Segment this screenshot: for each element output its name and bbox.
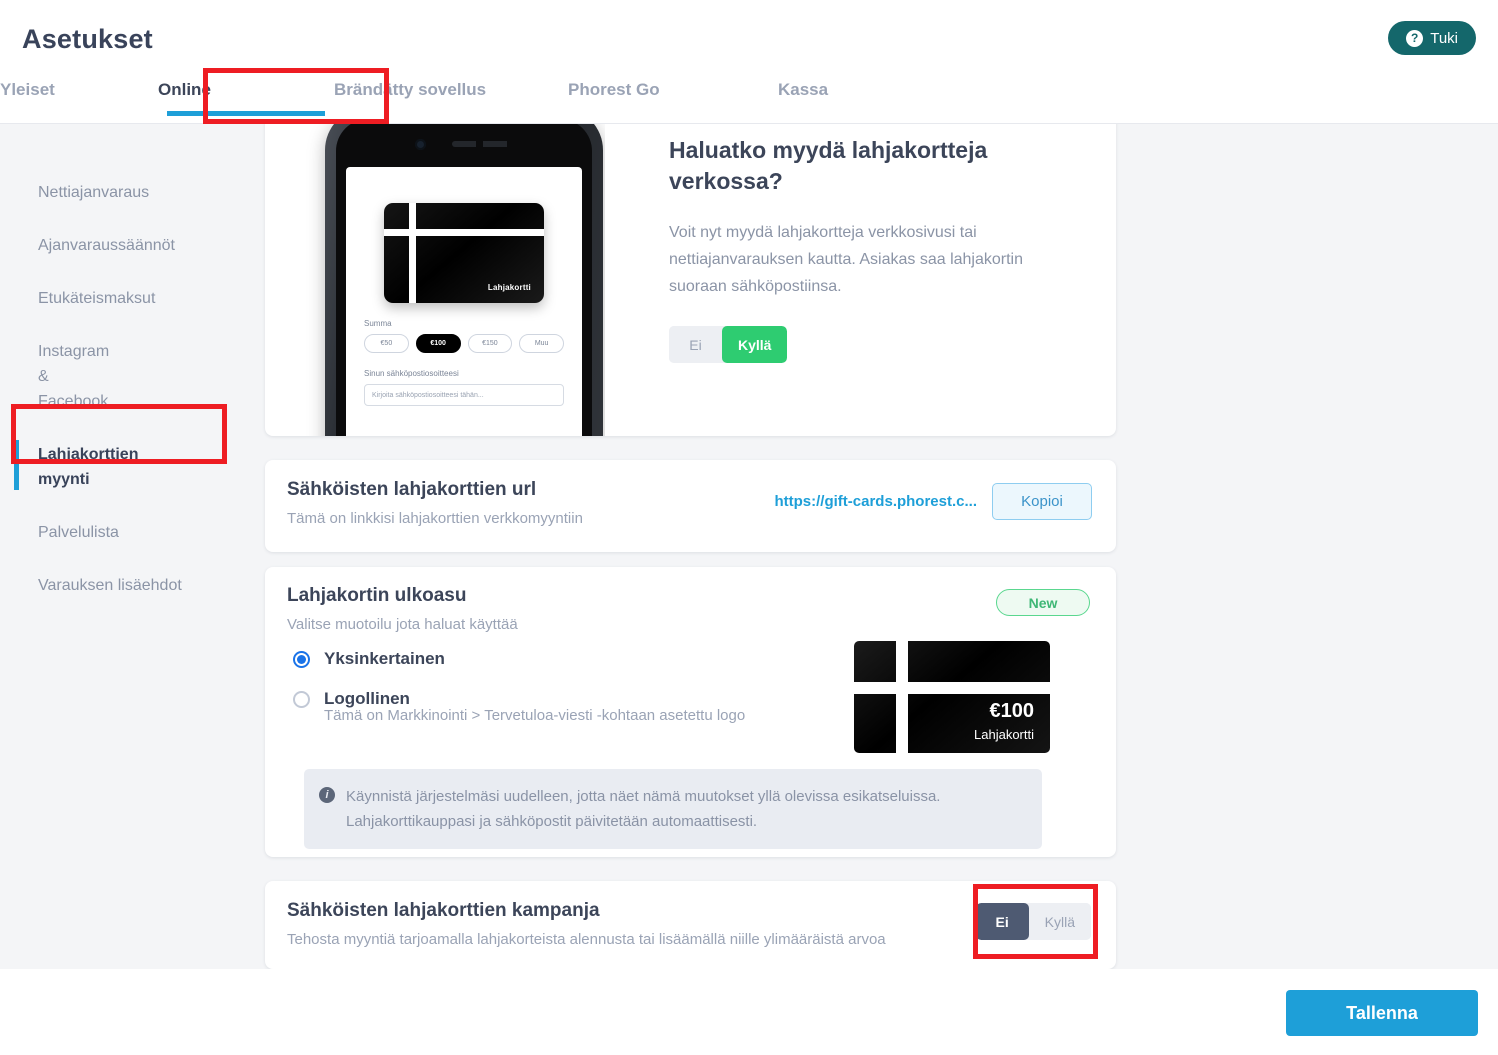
amount-label: Summa (364, 319, 392, 328)
gift-card-appearance-card: Lahjakortin ulkoasu Valitse muotoilu jot… (265, 567, 1116, 857)
hero-text-block: Haluatko myydä lahjakortteja verkossa? V… (669, 135, 1069, 363)
ribbon-horizontal (854, 682, 1050, 694)
campaign-card-text: Sähköisten lahjakorttien kampanja Tehost… (287, 900, 886, 948)
tab-kassa[interactable]: Kassa (778, 72, 938, 116)
email-input[interactable]: Kirjoita sähköpostiosoitteesi tähän... (364, 384, 564, 406)
tab-yleiset[interactable]: Yleiset (0, 72, 158, 116)
camera-icon (414, 138, 426, 150)
url-card-text: Sähköisten lahjakorttien url Tämä on lin… (287, 479, 583, 527)
ribbon-vertical (409, 203, 416, 303)
save-button[interactable]: Tallenna (1286, 990, 1478, 1036)
campaign-toggle-yes[interactable]: Kyllä (1028, 903, 1091, 940)
gift-card-url-link[interactable]: https://gift-cards.phorest.c... (774, 493, 977, 510)
sidebar-item-varauksen-lisaehdot[interactable]: Varauksen lisäehdot (0, 559, 242, 612)
settings-page: Asetukset ? Tuki Yleiset Online Brändätt… (0, 0, 1498, 1055)
phone-frame: Lahjakortti Summa €50 €100 €150 Muu Sinu… (325, 124, 603, 436)
radio-unselected-icon[interactable] (293, 690, 310, 708)
phone-notch (336, 135, 592, 153)
hero-description: Voit nyt myydä lahjakortteja verkkosivus… (669, 224, 1023, 295)
sell-online-toggle-no[interactable]: Ei (669, 326, 722, 363)
appearance-card-subtitle: Valitse muotoilu jota haluat käyttää (287, 616, 518, 633)
question-circle-icon: ? (1406, 29, 1424, 47)
ribbon-horizontal (384, 229, 544, 236)
info-icon: i (319, 787, 335, 803)
sidebar-item-etukateismaksut[interactable]: Etukäteismaksut (0, 272, 242, 325)
copy-url-button[interactable]: Kopioi (992, 483, 1092, 520)
email-label: Sinun sähköpostiosoitteesi (364, 369, 459, 378)
appearance-options: Yksinkertainen Logollinen Tämä on Markki… (293, 649, 745, 724)
tab-online[interactable]: Online (158, 72, 334, 116)
appearance-option-logo-hint: Tämä on Markkinointi > Tervetuloa-viesti… (324, 707, 746, 724)
sidebar-item-nettiajanvaraus[interactable]: Nettiajanvaraus (0, 166, 242, 219)
restart-info-banner: i Käynnistä järjestelmäsi uudelleen, jot… (304, 769, 1042, 849)
amount-option-150[interactable]: €150 (467, 334, 513, 353)
hero-title: Haluatko myydä lahjakortteja verkossa? (669, 137, 988, 194)
amount-options: €50 €100 €150 Muu (364, 334, 564, 353)
gift-card-url-card: Sähköisten lahjakorttien url Tämä on lin… (265, 460, 1116, 552)
sidebar-item-instagram-facebook[interactable]: Instagram & Facebook (0, 325, 130, 428)
campaign-card-subtitle: Tehosta myyntiä tarjoamalla lahjakorteis… (287, 931, 886, 948)
gift-card-preview: €100 Lahjakortti (854, 641, 1050, 753)
settings-sidebar: Nettiajanvaraus Ajanvaraussäännöt Etukät… (0, 124, 242, 969)
url-card-title: Sähköisten lahjakorttien url (287, 479, 537, 500)
settings-body: Nettiajanvaraus Ajanvaraussäännöt Etukät… (0, 124, 1498, 969)
appearance-option-simple-label: Yksinkertainen (324, 649, 445, 668)
ribbon-vertical (896, 641, 908, 753)
appearance-card-title: Lahjakortin ulkoasu (287, 585, 467, 606)
sell-online-toggle-yes[interactable]: Kyllä (722, 326, 788, 363)
gift-card-thumbnail-label: Lahjakortti (487, 283, 531, 292)
amount-option-other[interactable]: Muu (519, 334, 564, 353)
gift-card-campaign-card: Sähköisten lahjakorttien kampanja Tehost… (265, 881, 1116, 969)
appearance-option-logo[interactable]: Logollinen (293, 689, 745, 709)
gift-card-intro-card: Lahjakortti Summa €50 €100 €150 Muu Sinu… (265, 124, 1116, 436)
sidebar-item-lahjakorttien-myynti[interactable]: Lahjakorttien myynti (0, 428, 150, 506)
sidebar-item-ajanvaraussaannot[interactable]: Ajanvaraussäännöt (0, 219, 242, 272)
settings-content: Lahjakortti Summa €50 €100 €150 Muu Sinu… (242, 124, 1498, 969)
radio-selected-icon[interactable] (293, 650, 310, 668)
campaign-toggle: Ei Kyllä (975, 903, 1091, 940)
campaign-toggle-no[interactable]: Ei (975, 903, 1029, 940)
tab-phorest-go[interactable]: Phorest Go (568, 72, 778, 116)
appearance-option-simple[interactable]: Yksinkertainen (293, 649, 745, 669)
phone-page: Lahjakortti Summa €50 €100 €150 Muu Sinu… (346, 167, 582, 436)
sidebar-item-palvelulista[interactable]: Palvelulista (0, 506, 242, 559)
page-footer: Tallenna (0, 969, 1498, 1055)
amount-option-50[interactable]: €50 (364, 334, 409, 353)
speaker-icon (451, 141, 514, 147)
amount-option-100[interactable]: €100 (415, 334, 461, 353)
phone-screen: Lahjakortti Summa €50 €100 €150 Muu Sinu… (336, 124, 592, 436)
tab-brandatty-sovellus[interactable]: Brändätty sovellus (334, 72, 568, 116)
phone-preview: Lahjakortti Summa €50 €100 €150 Muu Sinu… (305, 124, 605, 436)
gift-card-preview-caption: Lahjakortti (974, 727, 1034, 742)
page-header: Asetukset ? Tuki Yleiset Online Brändätt… (0, 0, 1498, 124)
campaign-card-title: Sähköisten lahjakorttien kampanja (287, 900, 600, 921)
new-badge: New (996, 589, 1090, 616)
appearance-option-logo-label: Logollinen (324, 689, 410, 708)
appearance-card-text: Lahjakortin ulkoasu Valitse muotoilu jot… (287, 585, 518, 633)
support-button-label: Tuki (1430, 29, 1458, 47)
gift-card-thumbnail: Lahjakortti (384, 203, 544, 303)
url-card-subtitle: Tämä on linkkisi lahjakorttien verkkomyy… (287, 510, 583, 527)
restart-info-text: Käynnistä järjestelmäsi uudelleen, jotta… (346, 788, 941, 830)
settings-tabs: Yleiset Online Brändätty sovellus Phores… (0, 72, 938, 116)
sell-online-toggle: Ei Kyllä (669, 326, 788, 363)
gift-card-preview-amount: €100 (989, 700, 1035, 722)
support-button[interactable]: ? Tuki (1388, 21, 1476, 55)
page-title: Asetukset (22, 24, 153, 54)
